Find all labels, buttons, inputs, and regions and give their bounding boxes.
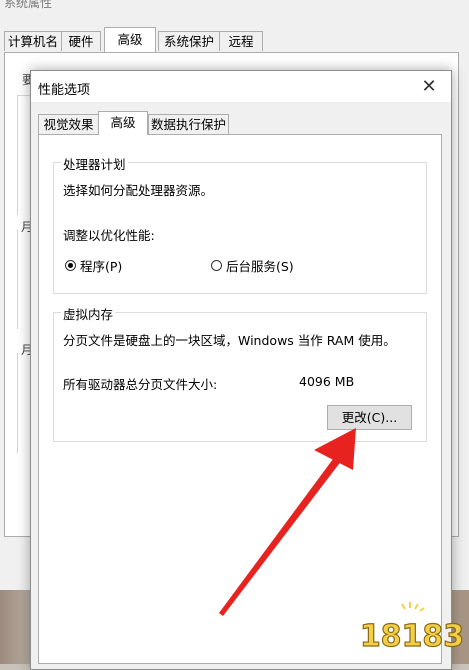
- close-button[interactable]: ✕: [407, 71, 451, 102]
- bg-group-edge: [17, 95, 18, 215]
- tab-visual-effects[interactable]: 视觉效果: [38, 114, 99, 134]
- processor-description: 选择如何分配处理器资源。: [63, 183, 214, 198]
- tab-remote[interactable]: 远程: [219, 31, 263, 51]
- group-title: 虚拟内存: [61, 304, 116, 323]
- radio-background-label[interactable]: 后台服务(S): [226, 256, 294, 275]
- tab-advanced[interactable]: 高级: [98, 111, 148, 135]
- advanced-tab-panel: 处理器计划 选择如何分配处理器资源。 调整以优化性能: 程序(P) 后台服务(S…: [38, 134, 442, 664]
- radio-programs[interactable]: 程序(P): [65, 256, 122, 275]
- radio-unchecked-icon[interactable]: [211, 260, 222, 271]
- virtual-memory-group: 虚拟内存 分页文件是硬盘上的一块区域，Windows 当作 RAM 使用。 所有…: [53, 304, 427, 442]
- performance-options-dialog: 性能选项 ✕ 视觉效果 高级 数据执行保护 处理器计划 选择如何分配处理器资源。…: [30, 70, 452, 670]
- paging-total-value: 4096 MB: [299, 374, 355, 389]
- bg-group-edge: [17, 229, 18, 329]
- radio-programs-label[interactable]: 程序(P): [80, 256, 122, 275]
- adjust-label: 调整以优化性能:: [63, 228, 155, 243]
- group-title: 处理器计划: [61, 154, 128, 173]
- bg-group-edge: [17, 95, 31, 96]
- tab-data-execution-prevention[interactable]: 数据执行保护: [148, 114, 229, 134]
- change-button[interactable]: 更改(C)...: [327, 405, 412, 430]
- paging-total-label: 所有驱动器总分页文件大小:: [63, 377, 218, 392]
- tab-system-protection[interactable]: 系统保护: [158, 31, 220, 51]
- radio-checked-icon[interactable]: [65, 260, 76, 271]
- tab-computer-name[interactable]: 计算机名: [4, 31, 62, 51]
- bg-group-edge: [17, 353, 18, 453]
- sparkle-icon: [401, 602, 425, 612]
- tab-hardware[interactable]: 硬件: [61, 31, 101, 51]
- watermark-text: 18183: [360, 619, 464, 654]
- watermark-logo: 18183: [360, 602, 465, 655]
- dialog-titlebar[interactable]: 性能选项 ✕: [31, 71, 451, 102]
- tab-advanced[interactable]: 高级: [104, 27, 156, 52]
- close-icon: ✕: [421, 76, 437, 97]
- dialog-title: 性能选项: [38, 83, 91, 98]
- virtual-memory-description: 分页文件是硬盘上的一块区域，Windows 当作 RAM 使用。: [63, 333, 396, 348]
- radio-background-services[interactable]: 后台服务(S): [211, 256, 294, 275]
- processor-scheduling-group: 处理器计划 选择如何分配处理器资源。 调整以优化性能: 程序(P) 后台服务(S…: [53, 154, 427, 294]
- system-properties-title: 系统属性: [4, 0, 53, 10]
